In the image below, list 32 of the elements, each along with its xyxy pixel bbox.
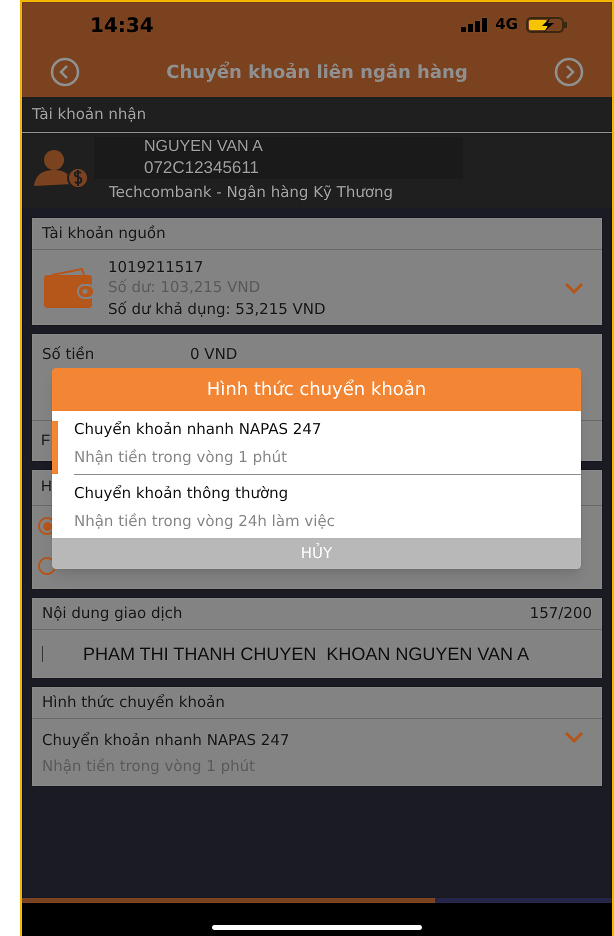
option-note: Nhận tiền trong vòng 1 phút (74, 446, 288, 468)
screen-title: Chuyển khoản liên ngân hàng (165, 60, 469, 84)
content-field[interactable]: PHAM THI THANH CHUYEN KHOAN NGUYEN VAN A (32, 630, 602, 678)
battery-icon (526, 16, 568, 32)
forward-icon[interactable] (554, 57, 584, 87)
selected-value: Chuyển khoản nhanh NAPAS 247 (42, 730, 290, 750)
chevron-down-icon (564, 731, 584, 743)
text-cursor (42, 646, 43, 662)
back-icon[interactable] (50, 57, 80, 87)
account-number: 1019211517 (108, 256, 204, 276)
amount-label: Số tiền (42, 344, 96, 365)
section-label: Nội dung giao dịch (42, 603, 182, 624)
chevron-down-icon[interactable] (564, 282, 584, 294)
field-value: PHAM THI THANH CHUYEN KHOAN NGUYEN VAN A (83, 642, 530, 666)
section-label: Hình thức chuyển khoản (32, 687, 602, 719)
section-label: Tài khoản nguồn (32, 218, 602, 250)
recipient-name: NGUYEN VAN A (144, 137, 264, 157)
status-time: 14:34 (90, 12, 154, 38)
available-balance: Số dư khả dụng: 53,215 VND (108, 298, 327, 318)
wallet-icon (42, 266, 96, 308)
signal-icon (461, 18, 490, 32)
bank-name: Techcombank - Ngân hàng Kỹ Thương (109, 182, 394, 203)
network-label: 4G (495, 14, 518, 36)
char-counter: 157/200 (530, 603, 592, 624)
option-title: Chuyển khoản nhanh NAPAS 247 (74, 418, 322, 440)
option-title: Chuyển khoản thông thường (74, 482, 290, 504)
account-number: 072C12345611 (144, 157, 260, 179)
amount-value: 0 VND (190, 344, 238, 365)
dialog-title: Hình thức chuyển khoản (52, 368, 581, 411)
row-label: F (41, 430, 50, 451)
option-note: Nhận tiền trong vòng 24h làm việc (74, 510, 335, 532)
section-label: Tài khoản nhận (22, 97, 612, 133)
